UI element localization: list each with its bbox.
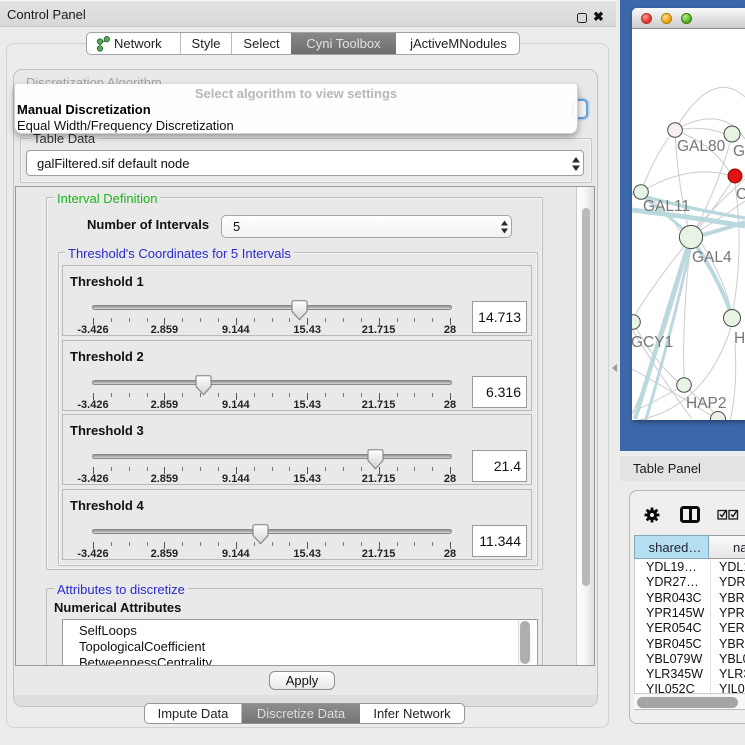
svg-text:GAL11: GAL11 [643, 198, 690, 215]
svg-text:HAP2: HAP2 [686, 395, 727, 412]
svg-text:GAL4: GAL4 [692, 249, 732, 266]
svg-text:GA: GA [733, 143, 745, 160]
svg-text:GAL80: GAL80 [677, 138, 726, 155]
svg-text:C: C [736, 186, 745, 203]
svg-text:H: H [734, 330, 745, 347]
svg-text:GCY1: GCY1 [632, 334, 673, 351]
